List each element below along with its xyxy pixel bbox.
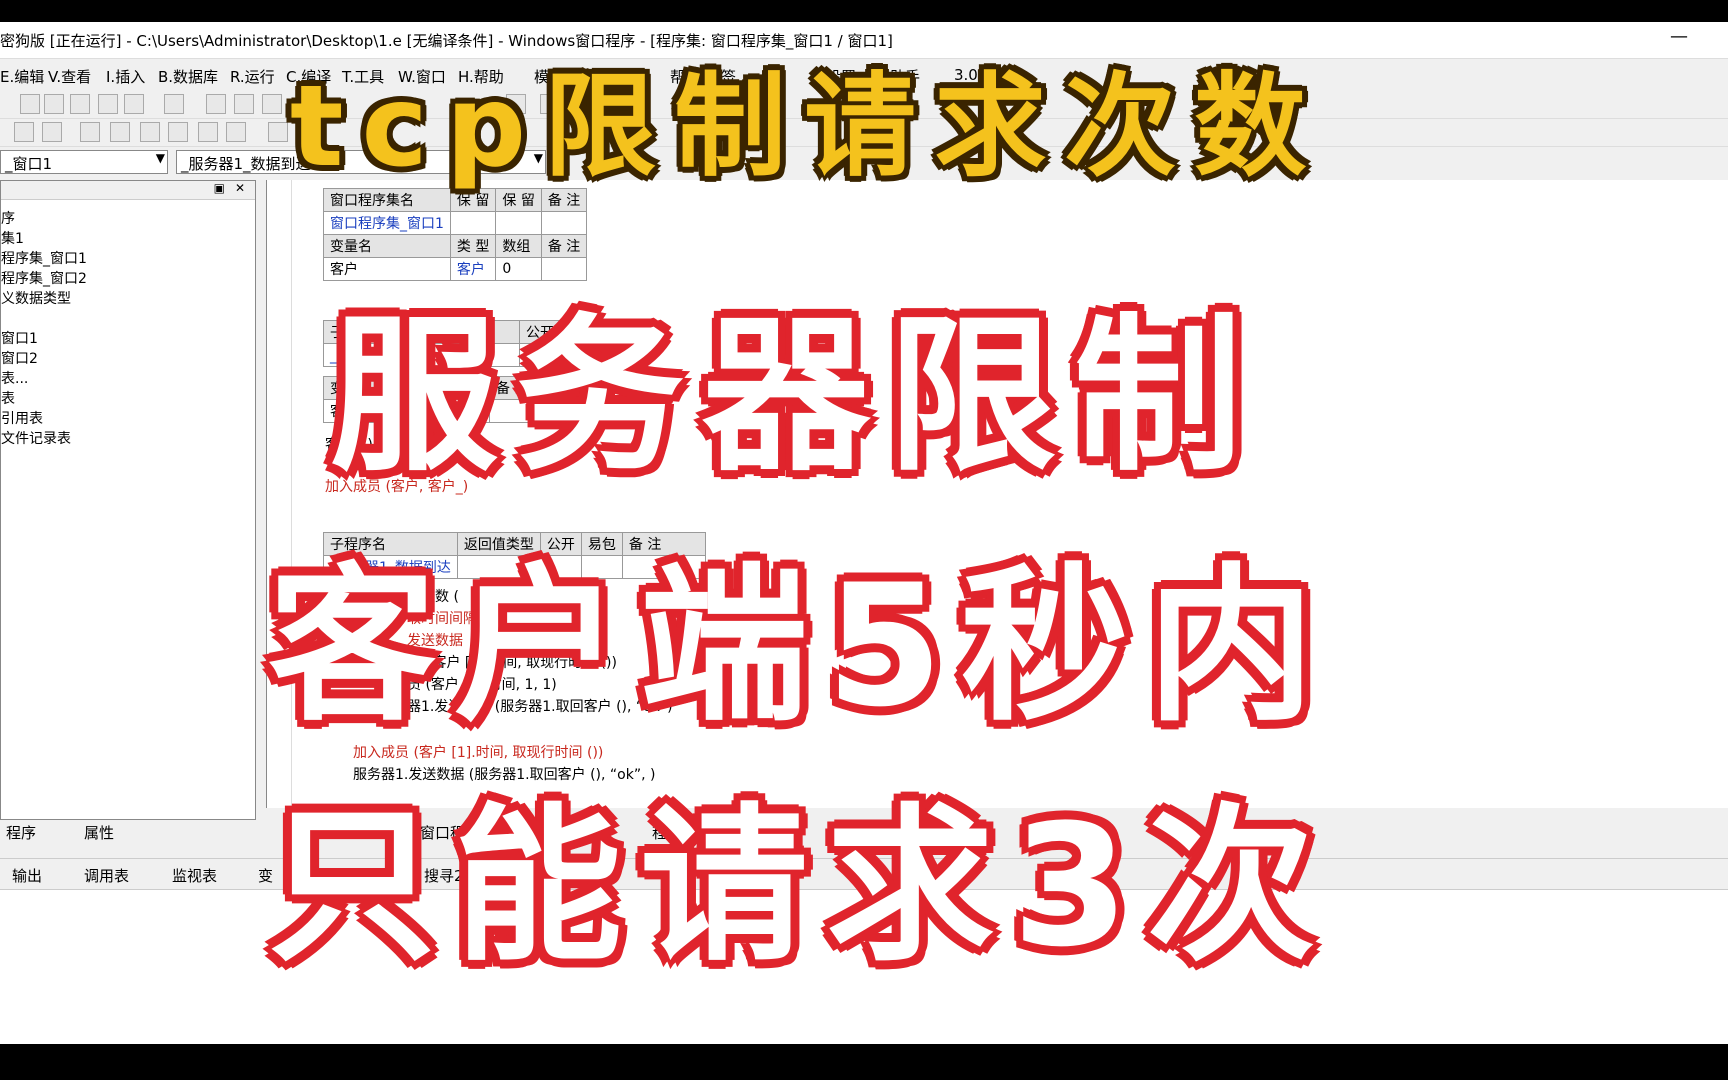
layout2-icon[interactable] — [234, 94, 254, 114]
menu-database[interactable]: B.数据库 — [158, 66, 218, 87]
menu-view[interactable]: V.查看 — [48, 66, 91, 87]
layout1-icon[interactable] — [206, 94, 226, 114]
tree-item[interactable]: 表... — [1, 369, 87, 389]
project-tree: 序 集1 程序集_窗口1 程序集_窗口2 义数据类型 窗口1 窗口2 表... … — [1, 209, 87, 449]
table-cell[interactable] — [540, 211, 588, 235]
col-header: 变量名 — [323, 234, 451, 258]
object-combo-value: _窗口1 — [5, 155, 53, 173]
tree-item[interactable]: 程序集_窗口2 — [1, 269, 87, 289]
tree-item[interactable]: 窗口1 — [1, 329, 87, 349]
cut-icon[interactable] — [20, 94, 40, 114]
tab-property[interactable]: 属性 — [84, 822, 114, 843]
menu-run[interactable]: R.运行 — [230, 66, 275, 87]
align-grid-icon[interactable] — [168, 122, 188, 142]
overlay-line2: 客户端5秒内 — [268, 548, 1333, 744]
minimize-button[interactable]: — — [1670, 26, 1688, 47]
undo-icon[interactable] — [124, 94, 144, 114]
find-icon[interactable] — [164, 94, 184, 114]
pin-icon[interactable]: ▣ — [214, 181, 225, 195]
tab-output[interactable]: 输出 — [12, 865, 42, 886]
tree-item[interactable] — [1, 309, 87, 329]
table-cell[interactable]: 窗口程序集_窗口1 — [323, 211, 451, 235]
tab-watch-table[interactable]: 监视表 — [172, 865, 217, 886]
tree-item[interactable]: 集1 — [1, 229, 87, 249]
copy-icon[interactable] — [44, 94, 64, 114]
paste-icon[interactable] — [70, 94, 90, 114]
tree-item[interactable]: 序 — [1, 209, 87, 229]
align-middle-icon[interactable] — [110, 122, 130, 142]
overlay-line3: 只能请求3次 — [268, 788, 1333, 984]
col-header: 备 注 — [540, 234, 588, 258]
tab-program[interactable]: 程序 — [6, 822, 36, 843]
menu-insert[interactable]: I.插入 — [106, 66, 145, 87]
col-header: 类 型 — [449, 234, 497, 258]
panel-header: ▣ ✕ — [1, 181, 255, 200]
align-top-icon[interactable] — [80, 122, 100, 142]
tree-item[interactable]: 义数据类型 — [1, 289, 87, 309]
menu-edit[interactable]: E.编辑 — [0, 66, 44, 87]
size-icon[interactable] — [268, 122, 288, 142]
close-icon[interactable]: ✕ — [235, 181, 245, 195]
align-bottom-icon[interactable] — [140, 122, 160, 142]
col-header: 数组 — [495, 234, 542, 258]
tree-item[interactable]: 窗口2 — [1, 349, 87, 369]
space-h-icon[interactable] — [198, 122, 218, 142]
layout3-icon[interactable] — [262, 94, 282, 114]
chevron-down-icon: ▼ — [155, 151, 165, 165]
project-panel: ▣ ✕ 序 集1 程序集_窗口1 程序集_窗口2 义数据类型 窗口1 窗口2 表… — [0, 180, 256, 820]
table-cell[interactable] — [449, 211, 497, 235]
redo-icon[interactable] — [98, 94, 118, 114]
tree-item[interactable]: 程序集_窗口1 — [1, 249, 87, 269]
tree-item[interactable]: 引用表 — [1, 409, 87, 429]
tab-call-table[interactable]: 调用表 — [84, 865, 129, 886]
overlay-title: tcp限制请求次数 — [290, 62, 1325, 192]
tree-item[interactable]: 表 — [1, 389, 87, 409]
object-combo[interactable]: _窗口1 ▼ — [0, 150, 168, 174]
tree-item[interactable]: 文件记录表 — [1, 429, 87, 449]
align-center-icon[interactable] — [42, 122, 62, 142]
overlay-line1: 服务器限制 — [330, 298, 1260, 494]
space-v-icon[interactable] — [226, 122, 246, 142]
table-cell[interactable] — [495, 211, 542, 235]
align-left-icon[interactable] — [14, 122, 34, 142]
